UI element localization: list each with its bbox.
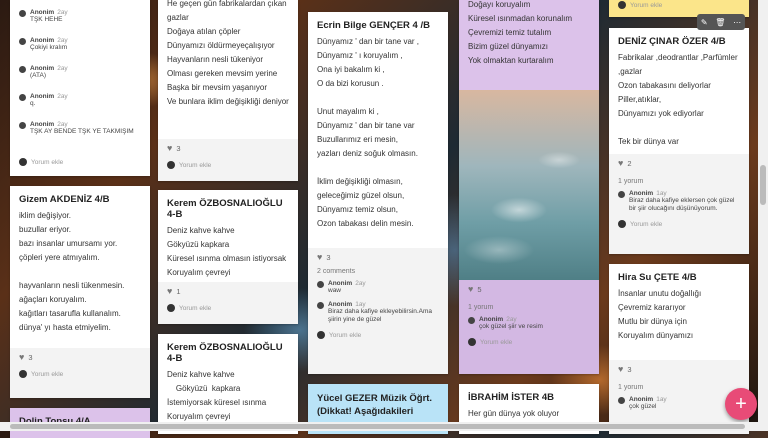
add-comment[interactable]: Yorum ekle: [609, 0, 749, 13]
more-icon[interactable]: ⋯: [733, 18, 741, 27]
heart-icon: ♥: [618, 158, 624, 168]
add-comment[interactable]: Yorum ekle: [609, 216, 749, 232]
post-card-1-1[interactable]: Anonim 2ay TŞK HEHE Anonim 2ay Çokiyi kralım…: [10, 0, 150, 176]
heart-icon: ♥: [468, 284, 474, 294]
post-card-1-2[interactable]: Gizem AKDENİZ 4/B iklim değişiyor. buzull…: [10, 186, 150, 398]
post-card-5-1[interactable]: DENİZ ÇINAR ÖZER 4/B Fabrikalar ,deodran…: [609, 28, 749, 254]
trash-icon[interactable]: 🗑: [715, 18, 725, 27]
add-comment[interactable]: Yorum ekle: [158, 157, 298, 173]
like-button[interactable]: ♥ 3: [158, 139, 298, 157]
avatar: [19, 122, 26, 129]
heart-icon: ♥: [19, 352, 25, 362]
user-avatar-icon: [167, 161, 175, 169]
scrollbar-thumb[interactable]: [10, 424, 745, 429]
add-comment[interactable]: Yorum ekle: [158, 300, 298, 316]
user-avatar-icon: [167, 304, 175, 312]
heart-icon: ♥: [618, 364, 624, 374]
user-avatar-icon: [468, 338, 476, 346]
comment: Anonim 2ay waw: [308, 277, 448, 298]
post-title: Kerem ÖZBOSNALIOĞLU 4-B: [167, 198, 283, 220]
horizontal-scrollbar[interactable]: [0, 422, 768, 431]
user-avatar-icon: [317, 331, 325, 339]
post-footer: ♥ 5 1 yorum Anonim 2ay çok güzel şiir ve re…: [459, 280, 599, 374]
post-title: Hira Su ÇETE 4/B: [618, 272, 697, 283]
avatar: [19, 94, 26, 101]
comment-count[interactable]: 1 yorum: [609, 172, 749, 187]
heart-icon: ♥: [167, 286, 173, 296]
comment-count[interactable]: 1 yorum: [459, 298, 599, 313]
post-title: DENİZ ÇINAR ÖZER 4/B: [618, 36, 726, 47]
comment: Anonim 2ay TŞK AY BENDE TŞK YE TAKMIŞIM: [10, 118, 150, 146]
avatar: [19, 66, 26, 73]
comment-count[interactable]: 2 comments: [308, 266, 448, 277]
add-post-button[interactable]: +: [725, 388, 757, 420]
post-footer: ♥ 3 2 comments Anonim 2ay waw Anonim 1ay Bira…: [308, 248, 448, 374]
avatar: [317, 281, 324, 288]
scrollbar-thumb[interactable]: [760, 165, 766, 205]
comment-list: Anonim 2ay TŞK HEHE Anonim 2ay Çokiyi kralım…: [10, 0, 150, 146]
add-comment[interactable]: Yorum ekle: [10, 154, 72, 170]
user-avatar-icon: [19, 370, 27, 378]
like-button[interactable]: ♥ 1: [158, 282, 298, 300]
post-body: Her gün dünya yok oluyor: [468, 409, 560, 418]
card-toolbar: ✎ 🗑 ⋯: [697, 14, 745, 30]
user-avatar-icon: [618, 220, 626, 228]
add-comment[interactable]: Yorum ekle: [459, 334, 599, 350]
comment: Anonim 1ay Biraz daha kafiye eklersen çok …: [609, 187, 749, 216]
edit-icon[interactable]: ✎: [701, 18, 708, 27]
post-card-3-1[interactable]: Ecrin Bilge GENÇER 4 /B Dünyamız ' dan b…: [308, 12, 448, 374]
avatar: [618, 191, 625, 198]
avatar: [317, 302, 324, 309]
post-body: Deniz kahve kahve Gökyüzü kapkara Küresel …: [167, 226, 287, 277]
post-title: İBRAHİM İSTER 4B: [468, 392, 555, 403]
post-body: İnsanlar unutu doğallığı Çevremiz kararıy…: [618, 289, 702, 340]
like-button[interactable]: ♥ 3: [609, 360, 749, 378]
post-card-2-3[interactable]: Kerem ÖZBOSNALIOĞLU 4-B Deniz kahve kahv…: [158, 334, 298, 434]
avatar: [618, 397, 625, 404]
post-card-2-1[interactable]: He geçen gün fabrikalardan çıkan gazlar Do…: [158, 0, 298, 181]
avatar: [19, 10, 26, 17]
post-body: iklim değişiyor. buzullar eriyor. bazı ins…: [19, 211, 125, 332]
post-body: Fabrikalar ,deodrantlar ,Parfümler ,gazla…: [618, 53, 738, 146]
user-avatar-icon: [618, 1, 626, 9]
post-footer: ♥ 1 Yorum ekle: [158, 282, 298, 324]
comment: Anonim 2ay TŞK HEHE: [10, 6, 150, 34]
comment: Anonim 2ay (ATA): [10, 62, 150, 90]
comment: Anonim 2ay çok güzel şiir ve resim: [459, 313, 599, 334]
post-body: Dünyamız ' dan bir tane var , Dünyamız ' …: [317, 37, 420, 228]
add-comment[interactable]: Yorum ekle: [10, 366, 150, 382]
comment-count[interactable]: 1 yorum: [609, 378, 749, 393]
post-image[interactable]: [459, 90, 599, 280]
like-button[interactable]: ♥ 3: [308, 248, 448, 266]
avatar: [468, 317, 475, 324]
like-button[interactable]: ♥ 5: [459, 280, 599, 298]
user-avatar-icon: [19, 158, 27, 166]
post-title: Kerem ÖZBOSNALIOĞLU 4-B: [167, 342, 283, 364]
post-body: Doğayı koruyalım Küresel ısınmadan koruna…: [468, 0, 573, 65]
post-footer: ♥ 3 Yorum ekle: [10, 348, 150, 398]
vertical-scrollbar[interactable]: [758, 0, 768, 422]
comment: Anonim 1ay Biraz daha kafiye ekleyebilirsi…: [308, 298, 448, 327]
post-card-2-2[interactable]: Kerem ÖZBOSNALIOĞLU 4-B Deniz kahve kahv…: [158, 190, 298, 324]
heart-icon: ♥: [317, 252, 323, 262]
post-title: Yücel GEZER Müzik Öğrt. (Dikkat! Aşağıda…: [317, 393, 433, 417]
avatar: [19, 38, 26, 45]
add-comment[interactable]: Yorum ekle: [308, 327, 448, 343]
post-body: He geçen gün fabrikalardan çıkan gazlar Do…: [167, 0, 289, 106]
like-button[interactable]: ♥ 2: [609, 154, 749, 172]
post-footer: ♥ 3 Yorum ekle: [158, 139, 298, 181]
heart-icon: ♥: [167, 143, 173, 153]
post-title: Gizem AKDENİZ 4/B: [19, 194, 110, 205]
comment: Anonim 2ay Çokiyi kralım: [10, 34, 150, 62]
post-card-4-1[interactable]: Doğayı koruyalım Küresel ısınmadan koruna…: [459, 0, 599, 374]
like-button[interactable]: ♥ 3: [10, 348, 150, 366]
post-body: Deniz kahve kahve Gökyüzü kapkara İstemiy…: [167, 370, 267, 421]
post-title: Ecrin Bilge GENÇER 4 /B: [317, 20, 430, 31]
post-footer: ♥ 2 1 yorum Anonim 1ay Biraz daha kafiye ek…: [609, 154, 749, 254]
comment: Anonim 2ay q.: [10, 90, 150, 118]
